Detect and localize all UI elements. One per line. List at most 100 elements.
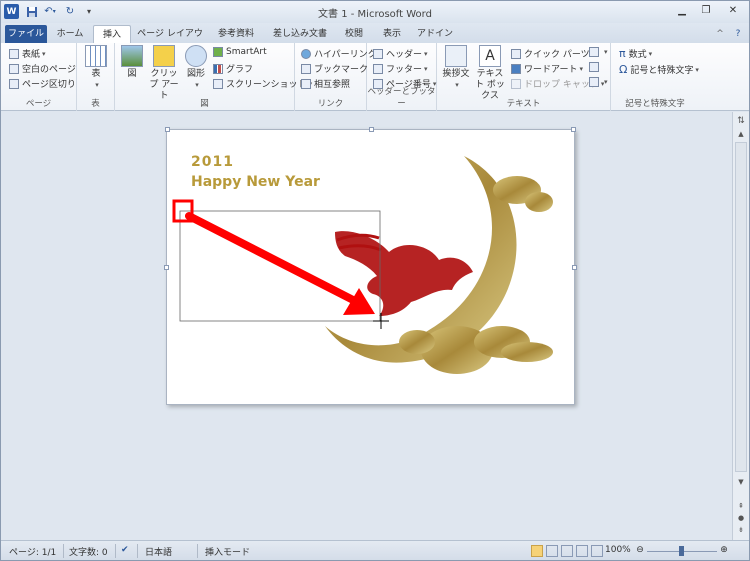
status-separator bbox=[115, 544, 116, 558]
smartart-button[interactable]: SmartArt bbox=[213, 47, 267, 57]
bookmark-button[interactable]: ブックマーク bbox=[301, 62, 368, 75]
group-table-label: 表 bbox=[91, 99, 100, 109]
tab-view[interactable]: 表示 bbox=[375, 25, 409, 43]
quickparts-icon bbox=[511, 48, 521, 59]
previous-page-icon[interactable]: ⇞ bbox=[735, 502, 747, 512]
zoom-slider-thumb[interactable] bbox=[679, 546, 684, 556]
page-handle[interactable] bbox=[165, 127, 170, 132]
status-chars[interactable]: 文字数: 0 bbox=[69, 545, 108, 558]
status-language[interactable]: 日本語 bbox=[145, 545, 172, 558]
page-handle[interactable] bbox=[369, 127, 374, 132]
greeting-icon bbox=[445, 45, 467, 67]
shapes-button[interactable]: 図形 ▾ bbox=[183, 45, 209, 91]
greeting-button[interactable]: 挨拶文 ▾ bbox=[441, 45, 471, 91]
web-layout-view-icon[interactable] bbox=[561, 545, 573, 557]
symbol-button[interactable]: Ω 記号と特殊文字 ▾ bbox=[619, 63, 699, 76]
dropcap-icon bbox=[511, 78, 521, 89]
group-text-label: テキスト bbox=[506, 99, 541, 109]
proofing-icon[interactable]: ✔ bbox=[121, 545, 129, 555]
zoom-level[interactable]: 100% bbox=[605, 545, 631, 555]
status-separator bbox=[63, 544, 64, 558]
next-page-icon[interactable]: ⇟ bbox=[735, 526, 747, 536]
signature-line-icon bbox=[589, 47, 599, 57]
cover-page-button[interactable]: 表紙 ▾ bbox=[9, 47, 46, 60]
full-screen-view-icon[interactable] bbox=[546, 545, 558, 557]
chart-button[interactable]: グラフ bbox=[213, 62, 253, 75]
table-icon bbox=[85, 45, 107, 67]
smartart-label: SmartArt bbox=[226, 47, 267, 57]
tab-review[interactable]: 校閲 bbox=[339, 25, 369, 43]
close-icon[interactable]: ✕ bbox=[719, 3, 747, 18]
signature-line-button[interactable]: ▾ bbox=[589, 47, 608, 57]
blank-page-button[interactable]: 空白のページ bbox=[9, 62, 76, 75]
cross-reference-button[interactable]: 相互参照 bbox=[301, 77, 350, 90]
clipart-button[interactable]: クリップ アート bbox=[147, 45, 181, 102]
status-bar: ページ: 1/1 文字数: 0 ✔ 日本語 挿入モード 100% ⊖ ⊕ bbox=[1, 540, 749, 560]
table-button[interactable]: 表 ▾ bbox=[83, 45, 109, 91]
print-layout-view-icon[interactable] bbox=[531, 545, 543, 557]
footer-button[interactable]: フッター ▾ bbox=[373, 62, 428, 75]
page-handle[interactable] bbox=[164, 265, 169, 270]
outline-view-icon[interactable] bbox=[576, 545, 588, 557]
page-handle[interactable] bbox=[571, 127, 576, 132]
status-separator bbox=[137, 544, 138, 558]
equation-label: 数式 bbox=[628, 50, 647, 60]
textbox-icon: A bbox=[479, 45, 501, 67]
minimize-ribbon-icon[interactable]: ^ bbox=[713, 25, 727, 43]
wordart-label: ワードアート bbox=[524, 65, 578, 75]
zoom-in-icon[interactable]: ⊕ bbox=[719, 545, 729, 555]
cover-page-label: 表紙 bbox=[22, 50, 41, 60]
picture-icon bbox=[121, 45, 143, 67]
tab-insert[interactable]: 挿入 bbox=[93, 25, 131, 43]
omega-icon: Ω bbox=[619, 63, 628, 76]
textbox-button[interactable]: A テキスト ボックス bbox=[473, 45, 507, 102]
picture-button[interactable]: 図 bbox=[119, 45, 145, 80]
group-links-label: リンク bbox=[317, 99, 344, 109]
scroll-up-icon[interactable]: ▲ bbox=[735, 130, 747, 140]
quickparts-button[interactable]: クイック パーツ▾ bbox=[511, 47, 595, 60]
help-icon[interactable]: ? bbox=[731, 25, 745, 43]
date-time-icon bbox=[589, 62, 599, 72]
cross-reference-label: 相互参照 bbox=[314, 80, 351, 90]
word-window: W ↶ ▾ ↻ ▾ 文書 1 - Microsoft Word ▁ ❐ ✕ ファイ… bbox=[0, 0, 750, 561]
bookmark-label: ブックマーク bbox=[314, 65, 369, 75]
scroll-track[interactable] bbox=[735, 142, 747, 472]
scroll-down-icon[interactable]: ▼ bbox=[735, 478, 747, 488]
tab-references[interactable]: 参考資料 bbox=[211, 25, 261, 43]
vertical-scrollbar[interactable]: ⇅ ▲ ▼ ⇞ ● ⇟ bbox=[732, 112, 749, 540]
group-header-footer: ヘッダー ▾ フッター ▾ ページ番号 ▾ ヘッダーとフッター bbox=[367, 43, 437, 111]
status-page[interactable]: ページ: 1/1 bbox=[9, 545, 56, 558]
footer-icon bbox=[373, 63, 383, 74]
minimize-icon[interactable]: ▁ bbox=[671, 3, 693, 18]
cover-page-icon bbox=[9, 48, 19, 59]
draft-view-icon[interactable] bbox=[591, 545, 603, 557]
tab-addins[interactable]: アドイン bbox=[415, 25, 455, 43]
document-page[interactable]: 2011 Happy New Year bbox=[164, 127, 577, 405]
wordart-button[interactable]: ワードアート ▾ bbox=[511, 62, 583, 75]
hyperlink-button[interactable]: ハイパーリンク bbox=[301, 47, 377, 60]
equation-button[interactable]: π 数式 ▾ bbox=[619, 47, 652, 60]
page-break-button[interactable]: ページ区切り bbox=[9, 77, 76, 90]
object-icon bbox=[589, 77, 599, 87]
tab-mailings[interactable]: 差し込み文書 bbox=[267, 25, 333, 43]
blank-page-label: 空白のページ bbox=[22, 65, 76, 75]
tab-file[interactable]: ファイル bbox=[5, 25, 47, 43]
page-handle[interactable] bbox=[572, 265, 577, 270]
table-button-label: 表 bbox=[91, 69, 101, 79]
blank-page-icon bbox=[9, 63, 19, 74]
header-button[interactable]: ヘッダー ▾ bbox=[373, 47, 428, 60]
cloud-bottom bbox=[399, 326, 553, 374]
object-button[interactable]: ▾ bbox=[589, 77, 608, 87]
header-icon bbox=[373, 48, 383, 59]
status-mode[interactable]: 挿入モード bbox=[205, 545, 250, 558]
ruler-toggle-icon[interactable]: ⇅ bbox=[735, 116, 747, 128]
browse-object-icon[interactable]: ● bbox=[735, 514, 747, 524]
group-symbols-label: 記号と特殊文字 bbox=[625, 99, 685, 109]
symbol-label: 記号と特殊文字 bbox=[630, 66, 694, 76]
zoom-out-icon[interactable]: ⊖ bbox=[635, 545, 645, 555]
tab-page-layout[interactable]: ページ レイアウト bbox=[135, 25, 205, 57]
restore-icon[interactable]: ❐ bbox=[695, 3, 717, 18]
group-table: 表 ▾ 表 bbox=[77, 43, 115, 111]
date-time-button[interactable] bbox=[589, 62, 602, 72]
tab-home[interactable]: ホーム bbox=[51, 25, 89, 43]
